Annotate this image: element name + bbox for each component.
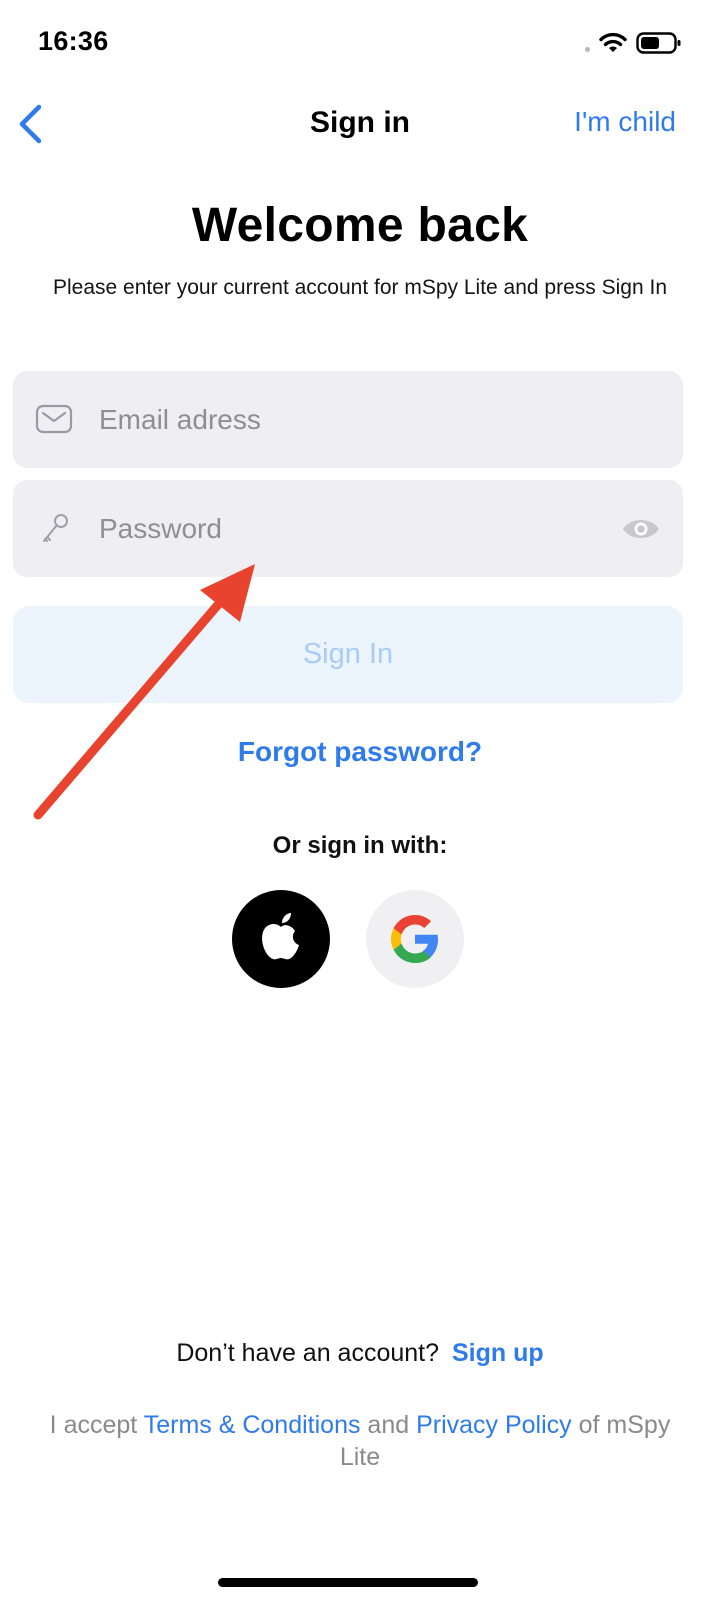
social-signin-label: Or sign in with: xyxy=(272,832,448,859)
envelope-icon xyxy=(35,404,73,434)
cellular-signal-icon xyxy=(585,46,590,52)
page-title: Welcome back xyxy=(191,199,529,252)
password-input[interactable] xyxy=(97,506,601,552)
email-input[interactable] xyxy=(97,397,601,443)
terms-and: and xyxy=(360,1411,417,1439)
home-indicator xyxy=(218,1578,478,1587)
wifi-icon xyxy=(599,32,627,52)
sign-in-button[interactable]: Sign In xyxy=(13,606,683,703)
google-icon xyxy=(391,915,438,963)
terms-prefix: I accept xyxy=(49,1411,144,1439)
signup-prompt: Don’t have an account? Sign up xyxy=(0,1339,720,1368)
show-password-eye-icon[interactable] xyxy=(621,514,661,544)
forgot-password-link[interactable]: Forgot password? xyxy=(0,736,720,768)
status-indicators xyxy=(585,30,682,56)
terms-notice: I accept Terms & Conditions and Privacy … xyxy=(40,1409,680,1473)
battery-icon xyxy=(636,32,681,54)
apple-icon xyxy=(262,913,299,960)
google-signin-button[interactable] xyxy=(366,890,464,988)
password-field[interactable] xyxy=(13,480,683,577)
no-account-text: Don’t have an account? xyxy=(176,1339,440,1367)
key-icon xyxy=(43,514,68,542)
privacy-policy-link[interactable]: Privacy Policy xyxy=(416,1411,572,1439)
sign-up-link[interactable]: Sign up xyxy=(452,1339,544,1367)
page-subtitle: Please enter your current account for mS… xyxy=(53,276,667,299)
apple-signin-button[interactable] xyxy=(232,890,330,988)
terms-conditions-link[interactable]: Terms & Conditions xyxy=(144,1411,361,1439)
status-time: 16:36 xyxy=(38,26,109,56)
im-child-link[interactable]: I'm child xyxy=(574,106,676,138)
email-field[interactable] xyxy=(13,371,683,468)
